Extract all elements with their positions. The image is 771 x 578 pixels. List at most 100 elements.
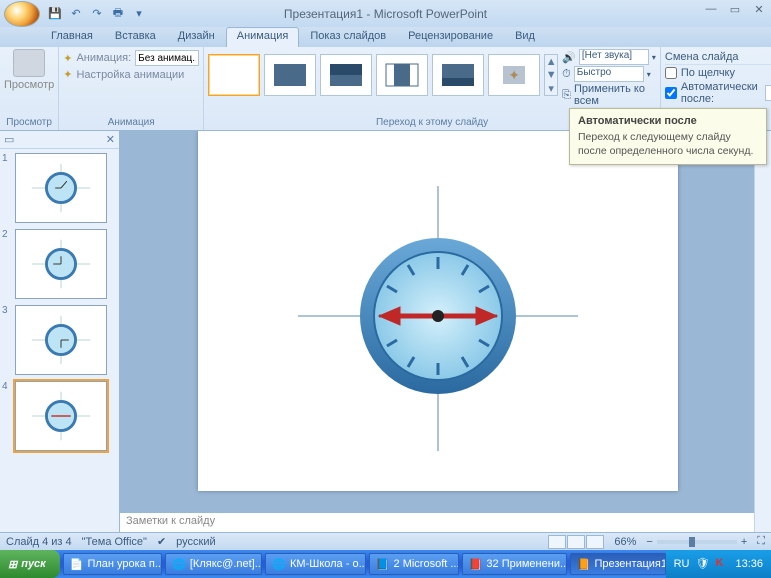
speed-dropdown[interactable]: Быстро: [574, 66, 644, 82]
spellcheck-icon[interactable]: ✔: [157, 535, 166, 548]
dropdown-icon[interactable]: ▾: [647, 70, 651, 79]
slide-thumb-4[interactable]: [15, 381, 107, 451]
outline-tab-icon[interactable]: ▭: [4, 133, 14, 146]
taskbar-item[interactable]: 📄План урока п...: [63, 553, 162, 575]
current-slide[interactable]: [198, 131, 678, 491]
transition-gallery: ✦ ▲▼▾: [208, 49, 558, 101]
office-button[interactable]: [4, 1, 40, 27]
normal-view-button[interactable]: [548, 535, 566, 549]
zoom-slider[interactable]: − +: [646, 536, 747, 548]
zoom-in-icon[interactable]: +: [741, 536, 747, 548]
apply-all-icon: ⎘: [562, 89, 571, 102]
animate-label: Анимация:: [76, 52, 131, 64]
group-preview-label: Просмотр: [6, 116, 52, 130]
custom-animation-button[interactable]: ✦ Настройка анимации: [63, 67, 199, 82]
tab-review[interactable]: Рецензирование: [397, 27, 504, 47]
taskbar-item[interactable]: 📕32 Применени...: [462, 553, 567, 575]
thumb-number: 2: [2, 229, 12, 299]
vertical-scrollbar[interactable]: [754, 131, 771, 532]
zoom-out-icon[interactable]: −: [646, 536, 652, 548]
minimize-button[interactable]: —: [703, 3, 719, 16]
tab-view[interactable]: Вид: [504, 27, 546, 47]
save-icon[interactable]: 💾: [46, 5, 64, 23]
close-pane-icon[interactable]: ✕: [106, 133, 115, 146]
system-tray: RU 🛡 K 13:36: [666, 550, 771, 578]
taskbar-item[interactable]: 🌐[Клякс@.net]...: [165, 553, 262, 575]
taskbar-item[interactable]: 🌐КМ-Школа - о...: [265, 553, 366, 575]
preview-icon: [13, 49, 45, 77]
start-button[interactable]: ⊞ пуск: [0, 550, 60, 578]
windows-taskbar: ⊞ пуск 📄План урока п... 🌐[Клякс@.net]...…: [0, 550, 771, 578]
tab-home[interactable]: Главная: [40, 27, 104, 47]
thumb-number: 1: [2, 153, 12, 223]
transition-6[interactable]: ✦: [488, 54, 540, 96]
auto-after-time[interactable]: [765, 85, 771, 101]
tab-insert[interactable]: Вставка: [104, 27, 167, 47]
close-button[interactable]: ✕: [751, 3, 767, 16]
auto-after-label: Автоматически после:: [681, 81, 761, 105]
slide-thumb-3[interactable]: [15, 305, 107, 375]
fit-to-window-icon[interactable]: ⛶: [757, 535, 765, 548]
preview-button[interactable]: Просмотр: [4, 49, 54, 91]
thumb-number: 3: [2, 305, 12, 375]
apply-to-all-button[interactable]: ⎘ Применить ко всем: [562, 83, 656, 107]
print-icon[interactable]: 🖶: [109, 5, 127, 23]
ribbon-tabs: Главная Вставка Дизайн Анимация Показ сл…: [0, 27, 771, 47]
status-slide: Слайд 4 из 4: [6, 536, 72, 548]
notes-pane[interactable]: Заметки к слайду: [120, 512, 754, 532]
dropdown-icon[interactable]: ▾: [652, 53, 656, 62]
tooltip-title: Автоматически после: [578, 115, 758, 127]
zoom-level[interactable]: 66%: [614, 536, 636, 548]
status-theme: "Тема Office": [82, 536, 147, 548]
status-lang[interactable]: русский: [176, 536, 215, 548]
tray-icon[interactable]: 🛡: [695, 557, 709, 571]
tray-clock[interactable]: 13:36: [735, 558, 763, 570]
tab-slideshow[interactable]: Показ слайдов: [299, 27, 397, 47]
taskbar-item[interactable]: 📘2 Microsoft ...: [369, 553, 459, 575]
tab-design[interactable]: Дизайн: [167, 27, 226, 47]
thumb-pane-header: ▭ ✕: [0, 131, 119, 149]
advance-title: Смена слайда: [665, 51, 771, 65]
transition-5[interactable]: [432, 54, 484, 96]
thumb-number: 4: [2, 381, 12, 451]
group-animation: ✦ Анимация: ✦ Настройка анимации Анимаци…: [59, 47, 204, 130]
on-click-checkbox[interactable]: [665, 67, 677, 79]
window-title: Презентация1 - Microsoft PowerPoint: [284, 7, 487, 21]
slide-thumb-1[interactable]: [15, 153, 107, 223]
maximize-button[interactable]: ▭: [727, 3, 743, 16]
tray-lang[interactable]: RU: [674, 558, 690, 570]
sorter-view-button[interactable]: [567, 535, 585, 549]
on-click-label: По щелчку: [681, 67, 735, 79]
transition-4[interactable]: [376, 54, 428, 96]
animate-dropdown[interactable]: [135, 50, 199, 66]
titlebar: 💾 ↶ ↷ 🖶 ▾ Презентация1 - Microsoft Power…: [0, 0, 771, 27]
windows-logo-icon: ⊞: [8, 558, 17, 571]
redo-icon[interactable]: ↷: [88, 5, 106, 23]
tab-animation[interactable]: Анимация: [226, 27, 300, 47]
qat-more-icon[interactable]: ▾: [130, 5, 148, 23]
group-animation-label: Анимация: [63, 116, 199, 130]
custom-anim-label: Настройка анимации: [76, 69, 184, 81]
slideshow-view-button[interactable]: [586, 535, 604, 549]
tray-icon[interactable]: K: [715, 557, 729, 571]
window-controls: — ▭ ✕: [703, 3, 767, 16]
slide-thumb-2[interactable]: [15, 229, 107, 299]
undo-icon[interactable]: ↶: [67, 5, 85, 23]
tooltip-body: Переход к следующему слайду после опреде…: [578, 131, 758, 158]
slide-editor[interactable]: [120, 131, 771, 532]
auto-after-checkbox[interactable]: [665, 87, 677, 99]
status-bar: Слайд 4 из 4 "Тема Office" ✔ русский 66%…: [0, 532, 771, 550]
transition-none[interactable]: [208, 54, 260, 96]
transition-2[interactable]: [264, 54, 316, 96]
taskbar-item-active[interactable]: 📙Презентация1: [570, 553, 666, 575]
sound-dropdown[interactable]: [Нет звука]: [579, 49, 649, 65]
thumbnail-list: 1 2 3 4: [0, 149, 119, 532]
transition-3[interactable]: [320, 54, 372, 96]
preview-label: Просмотр: [4, 79, 54, 91]
speed-icon: ⏱: [562, 68, 571, 81]
start-label: пуск: [21, 558, 46, 570]
custom-anim-icon: ✦: [63, 68, 72, 81]
apply-all-label: Применить ко всем: [574, 83, 656, 107]
sound-icon: 🔊: [562, 51, 576, 64]
gallery-scroll[interactable]: ▲▼▾: [544, 54, 558, 96]
